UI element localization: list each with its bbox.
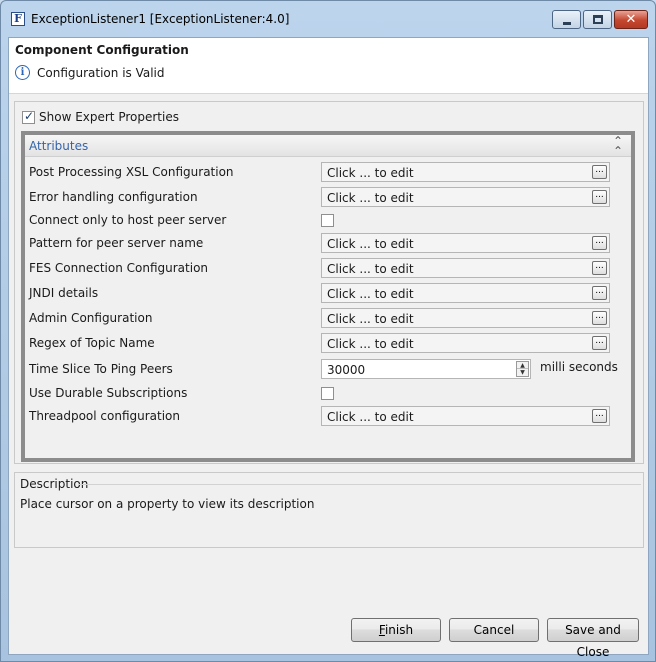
field-value: Click ... to edit: [327, 410, 414, 424]
dialog-header: Component Configuration i Configuration …: [9, 38, 648, 94]
fes-connection-label: FES Connection Configuration: [29, 261, 209, 275]
field-value: Click ... to edit: [327, 237, 414, 251]
dialog-window: F ExceptionListener1 [ExceptionListener:…: [0, 0, 656, 662]
admin-configuration-label: Admin Configuration: [29, 311, 153, 325]
cancel-button[interactable]: Cancel: [449, 618, 539, 642]
connect-host-peer-checkbox[interactable]: [321, 214, 334, 227]
field-value: Click ... to edit: [327, 287, 414, 301]
attributes-title: Attributes: [29, 139, 89, 153]
dialog-content: Component Configuration i Configuration …: [8, 37, 649, 659]
app-logo-icon: F: [11, 12, 25, 26]
threadpool-edit-button[interactable]: ...: [592, 409, 607, 423]
post-processing-xsl-edit-button[interactable]: ...: [592, 165, 607, 179]
peer-server-pattern-edit-button[interactable]: ...: [592, 236, 607, 250]
post-processing-xsl-field[interactable]: Click ... to edit ...: [321, 162, 610, 182]
jndi-details-field[interactable]: Click ... to edit ...: [321, 283, 610, 303]
maximize-icon: [593, 15, 603, 24]
field-value: Click ... to edit: [327, 262, 414, 276]
topic-regex-edit-button[interactable]: ...: [592, 336, 607, 350]
fes-connection-edit-button[interactable]: ...: [592, 261, 607, 275]
info-icon: i: [15, 65, 30, 80]
spinner-up-icon[interactable]: ▲: [517, 362, 528, 369]
durable-subscriptions-checkbox[interactable]: [321, 387, 334, 400]
field-value: Click ... to edit: [327, 312, 414, 326]
close-icon: ✕: [625, 12, 637, 27]
post-processing-xsl-label: Post Processing XSL Configuration: [29, 165, 234, 179]
show-expert-label[interactable]: Show Expert Properties: [39, 110, 179, 124]
finish-button[interactable]: Finish: [351, 618, 441, 642]
fes-connection-field[interactable]: Click ... to edit ...: [321, 258, 610, 278]
attributes-header[interactable]: Attributes ⌃ ⌃: [25, 135, 631, 157]
finish-label: inish: [384, 623, 414, 637]
topic-regex-field[interactable]: Click ... to edit ...: [321, 333, 610, 353]
field-value: Click ... to edit: [327, 191, 414, 205]
validation-status: Configuration is Valid: [37, 66, 165, 80]
error-handling-label: Error handling configuration: [29, 190, 198, 204]
save-and-close-button[interactable]: Save and Close: [547, 618, 639, 659]
ping-time-slice-label: Time Slice To Ping Peers: [29, 362, 173, 376]
spinner-down-icon[interactable]: ▼: [517, 369, 528, 376]
ping-time-slice-input[interactable]: 30000 ▲ ▼: [321, 359, 531, 379]
admin-configuration-field[interactable]: Click ... to edit ...: [321, 308, 610, 328]
peer-server-pattern-label: Pattern for peer server name: [29, 236, 204, 250]
show-expert-checkbox[interactable]: [22, 109, 35, 124]
attributes-section: Attributes ⌃ ⌃ Post Processing XSL Config…: [21, 131, 635, 462]
collapse-chevron-icon[interactable]: ⌃ ⌃: [613, 135, 623, 157]
description-panel: Description Place cursor on a property t…: [14, 472, 644, 548]
maximize-button[interactable]: [583, 10, 612, 29]
durable-subscriptions-label: Use Durable Subscriptions: [29, 386, 188, 400]
spinner-buttons: ▲ ▼: [516, 361, 529, 377]
threadpool-field[interactable]: Click ... to edit ...: [321, 406, 610, 426]
page-title: Component Configuration: [15, 43, 189, 57]
minimize-button[interactable]: [552, 10, 581, 29]
connect-host-peer-label: Connect only to host peer server: [29, 213, 227, 227]
description-text: Place cursor on a property to view its d…: [20, 497, 315, 511]
close-button[interactable]: ✕: [614, 10, 648, 29]
spinner-value: 30000: [327, 363, 366, 377]
peer-server-pattern-field[interactable]: Click ... to edit ...: [321, 233, 610, 253]
error-handling-edit-button[interactable]: ...: [592, 190, 607, 204]
error-handling-field[interactable]: Click ... to edit ...: [321, 187, 610, 207]
field-value: Click ... to edit: [327, 166, 414, 180]
jndi-details-label: JNDI details: [29, 286, 99, 300]
field-value: Click ... to edit: [327, 337, 414, 351]
minimize-icon: [563, 22, 571, 25]
properties-panel: Show Expert Properties Attributes ⌃⌃ Pos…: [14, 101, 644, 464]
ping-unit-label: milli seconds: [540, 360, 618, 374]
topic-regex-label: Regex of Topic Name: [29, 336, 155, 350]
title-bar[interactable]: F ExceptionListener1 [ExceptionListener:…: [1, 1, 655, 37]
threadpool-label: Threadpool configuration: [29, 409, 181, 423]
admin-configuration-edit-button[interactable]: ...: [592, 311, 607, 325]
description-divider: [79, 484, 641, 485]
window-title: ExceptionListener1 [ExceptionListener:4.…: [31, 12, 290, 26]
jndi-details-edit-button[interactable]: ...: [592, 286, 607, 300]
